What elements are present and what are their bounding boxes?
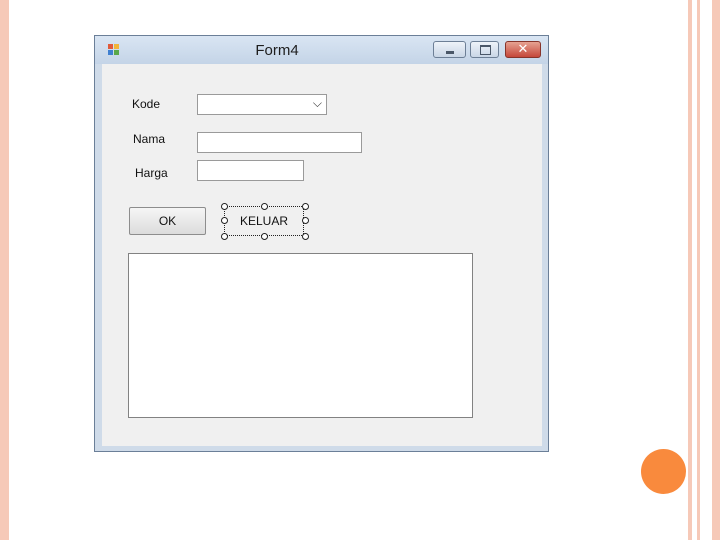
kode-label: Kode bbox=[132, 97, 161, 111]
minimize-icon bbox=[446, 51, 454, 54]
slide-accent-circle bbox=[641, 449, 686, 494]
kode-combobox[interactable]: ⌵ bbox=[197, 94, 327, 115]
nama-label: Nama bbox=[133, 132, 166, 146]
slide-right-stripe bbox=[688, 0, 692, 540]
window-title: Form4 bbox=[255, 42, 299, 59]
slide-right-stripe bbox=[712, 0, 720, 540]
keluar-button[interactable]: KELUAR bbox=[224, 206, 304, 236]
harga-label: Harga bbox=[135, 166, 168, 180]
resize-handle[interactable] bbox=[261, 203, 268, 210]
output-listbox[interactable] bbox=[128, 253, 473, 418]
maximize-button[interactable] bbox=[470, 41, 499, 58]
form-window: Form4 ✕ Kode ⌵ Nama Harga OK KELUAR bbox=[94, 35, 549, 452]
resize-handle[interactable] bbox=[221, 217, 228, 224]
resize-handle[interactable] bbox=[302, 203, 309, 210]
ok-button[interactable]: OK bbox=[129, 207, 206, 235]
maximize-icon bbox=[480, 45, 491, 55]
title-bar[interactable]: Form4 ✕ bbox=[95, 36, 548, 64]
resize-handle[interactable] bbox=[302, 233, 309, 240]
close-icon: ✕ bbox=[517, 42, 529, 57]
harga-textbox[interactable] bbox=[197, 160, 304, 181]
nama-textbox[interactable] bbox=[197, 132, 362, 153]
resize-handle[interactable] bbox=[302, 217, 309, 224]
form-client-area: Kode ⌵ Nama Harga OK KELUAR bbox=[102, 64, 542, 446]
chevron-down-icon[interactable]: ⌵ bbox=[313, 96, 322, 111]
resize-handle[interactable] bbox=[221, 233, 228, 240]
slide-left-stripe bbox=[0, 0, 9, 540]
minimize-button[interactable] bbox=[433, 41, 466, 58]
slide-right-stripe bbox=[697, 0, 700, 540]
resize-handle[interactable] bbox=[261, 233, 268, 240]
close-button[interactable]: ✕ bbox=[505, 41, 541, 58]
resize-handle[interactable] bbox=[221, 203, 228, 210]
